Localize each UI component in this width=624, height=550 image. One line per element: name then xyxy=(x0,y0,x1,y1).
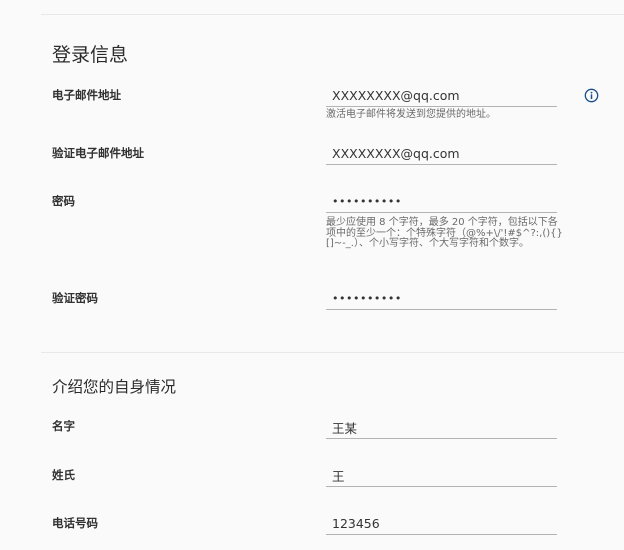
password-field[interactable] xyxy=(326,191,557,213)
first-name-label: 名字 xyxy=(52,419,75,433)
info-circle-icon[interactable] xyxy=(584,88,599,103)
about-section-title: 介绍您的自身情况 xyxy=(52,378,177,396)
confirm-email-label: 验证电子邮件地址 xyxy=(52,146,144,160)
last-name-field[interactable] xyxy=(326,465,557,487)
last-name-label: 姓氏 xyxy=(52,468,75,482)
password-label: 密码 xyxy=(52,194,75,208)
email-field[interactable] xyxy=(326,85,557,107)
phone-field[interactable] xyxy=(326,513,557,535)
top-divider xyxy=(41,14,624,15)
email-help-text: 激活电子邮件将发送到您提供的地址。 xyxy=(326,109,496,120)
confirm-password-label: 验证密码 xyxy=(52,291,98,305)
confirm-email-field[interactable] xyxy=(326,143,557,165)
login-section-title: 登录信息 xyxy=(52,44,129,66)
password-help-text: 最少应使用 8 个字符，最多 20 个字符，包括以下各项中的至少一个：个特殊字符… xyxy=(326,217,563,249)
phone-label: 电话号码 xyxy=(52,516,98,530)
confirm-password-field[interactable] xyxy=(326,288,557,310)
section-divider xyxy=(41,352,624,353)
email-label: 电子邮件地址 xyxy=(52,88,121,102)
first-name-field[interactable] xyxy=(326,417,557,439)
